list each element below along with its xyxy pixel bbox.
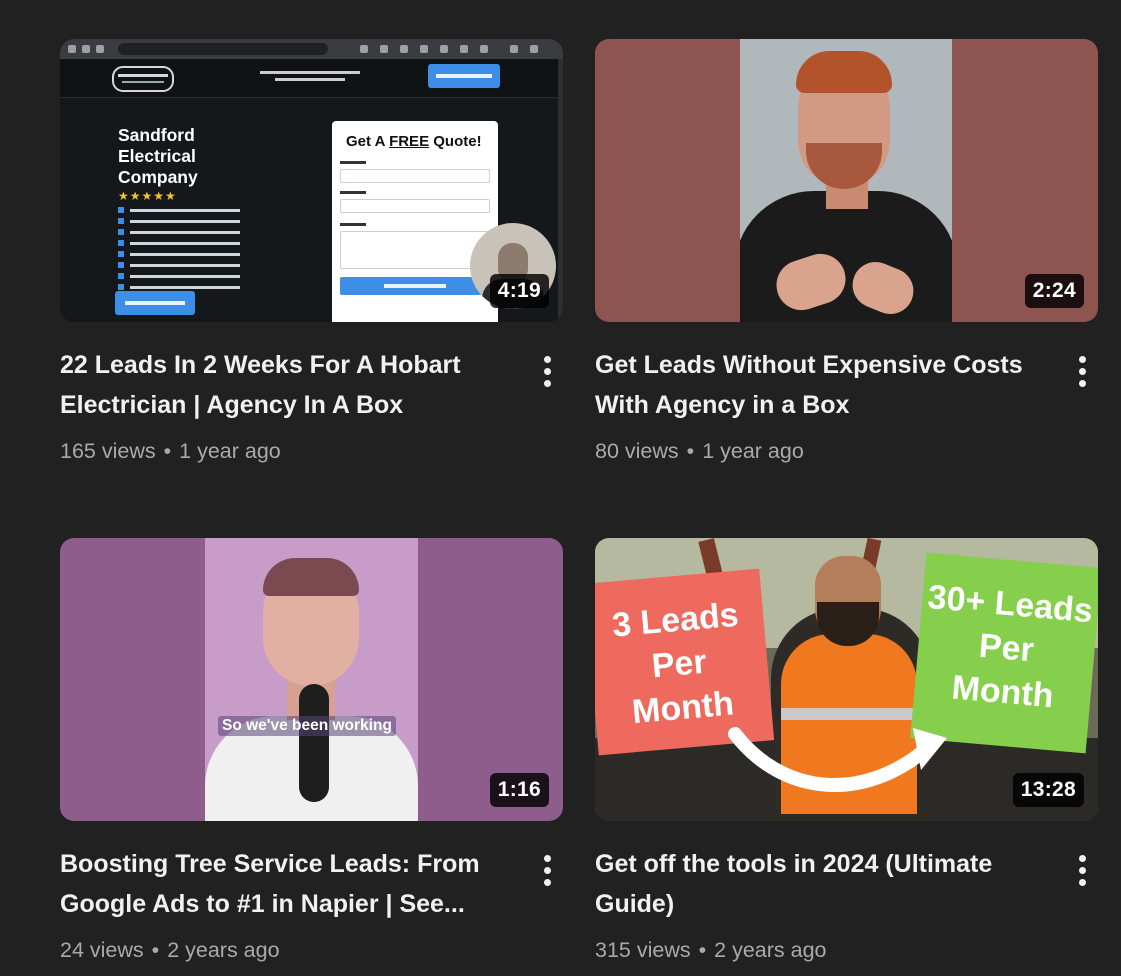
video-title[interactable]: 22 Leads In 2 Weeks For A Hobart Electri…: [60, 345, 500, 425]
forward-icon: [82, 45, 90, 53]
feature-list: [118, 207, 240, 297]
video-metadata: 80 views • 1 year ago: [595, 439, 804, 464]
separator-dot: •: [686, 439, 695, 463]
extension-icon: [380, 45, 388, 53]
extension-icon: [480, 45, 488, 53]
more-options-icon[interactable]: [1069, 349, 1095, 393]
view-count: 24 views: [60, 938, 144, 962]
video-thumbnail[interactable]: Sandford Electrical Company ★★★★★ Get A …: [60, 39, 563, 322]
video-thumbnail[interactable]: 2:24: [595, 39, 1098, 322]
separator-dot: •: [163, 439, 172, 463]
header-text: [275, 78, 345, 81]
reload-icon: [96, 45, 104, 53]
address-bar: [118, 43, 328, 55]
duration-badge: 1:16: [489, 773, 549, 807]
extension-icon: [420, 45, 428, 53]
video-caption: So we've been working: [218, 716, 396, 736]
video-title[interactable]: Get Leads Without Expensive Costs With A…: [595, 345, 1035, 425]
video-thumbnail[interactable]: 3 Leads Per Month 30+ Leads Per Month 13…: [595, 538, 1098, 821]
extension-icon: [460, 45, 468, 53]
duration-badge: 4:19: [489, 274, 549, 308]
presenter-frame: So we've been working: [205, 538, 418, 821]
presenter-frame: [740, 39, 952, 322]
view-count: 80 views: [595, 439, 679, 463]
video-card[interactable]: 3 Leads Per Month 30+ Leads Per Month 13…: [595, 538, 1098, 962]
extension-icon: [530, 45, 538, 53]
video-card[interactable]: So we've been working 1:16 Boosting Tree…: [60, 538, 563, 962]
page-scrollbar: [558, 59, 563, 322]
upload-age: 1 year ago: [179, 439, 281, 463]
separator-dot: •: [151, 938, 160, 962]
video-title[interactable]: Get off the tools in 2024 (Ultimate Guid…: [595, 844, 1035, 924]
hero-line: Company: [118, 167, 198, 187]
upload-age: 1 year ago: [702, 439, 804, 463]
upload-age: 2 years ago: [714, 938, 827, 962]
duration-badge: 13:28: [1012, 773, 1084, 807]
star-rating: ★★★★★: [118, 189, 177, 203]
video-card[interactable]: Sandford Electrical Company ★★★★★ Get A …: [60, 39, 563, 463]
more-options-icon[interactable]: [534, 848, 560, 892]
form-title: Get A FREE Quote!: [346, 133, 482, 150]
video-metadata: 165 views • 1 year ago: [60, 439, 281, 464]
extension-icon: [440, 45, 448, 53]
video-thumbnail[interactable]: So we've been working 1:16: [60, 538, 563, 821]
hero-heading: Sandford Electrical Company: [118, 125, 198, 188]
quote-form: Get A FREE Quote!: [332, 121, 498, 322]
microphone: [299, 684, 329, 802]
header-text: [260, 71, 360, 74]
video-metadata: 315 views • 2 years ago: [595, 938, 827, 963]
more-options-icon[interactable]: [1069, 848, 1095, 892]
call-button: [115, 291, 195, 315]
separator-dot: •: [698, 938, 707, 962]
hero-line: Sandford: [118, 125, 195, 145]
extension-icon: [400, 45, 408, 53]
video-title[interactable]: Boosting Tree Service Leads: From Google…: [60, 844, 500, 924]
upload-age: 2 years ago: [167, 938, 280, 962]
video-metadata: 24 views • 2 years ago: [60, 938, 280, 963]
phone-button: [428, 64, 500, 88]
duration-badge: 2:24: [1024, 274, 1084, 308]
video-card[interactable]: 2:24 Get Leads Without Expensive Costs W…: [595, 39, 1098, 463]
hero-line: Electrical: [118, 146, 196, 166]
more-options-icon[interactable]: [534, 349, 560, 393]
site-logo: [112, 66, 174, 92]
browser-toolbar: [60, 39, 563, 59]
back-icon: [68, 45, 76, 53]
extension-icon: [360, 45, 368, 53]
view-count: 315 views: [595, 938, 691, 962]
extension-icon: [510, 45, 518, 53]
view-count: 165 views: [60, 439, 156, 463]
